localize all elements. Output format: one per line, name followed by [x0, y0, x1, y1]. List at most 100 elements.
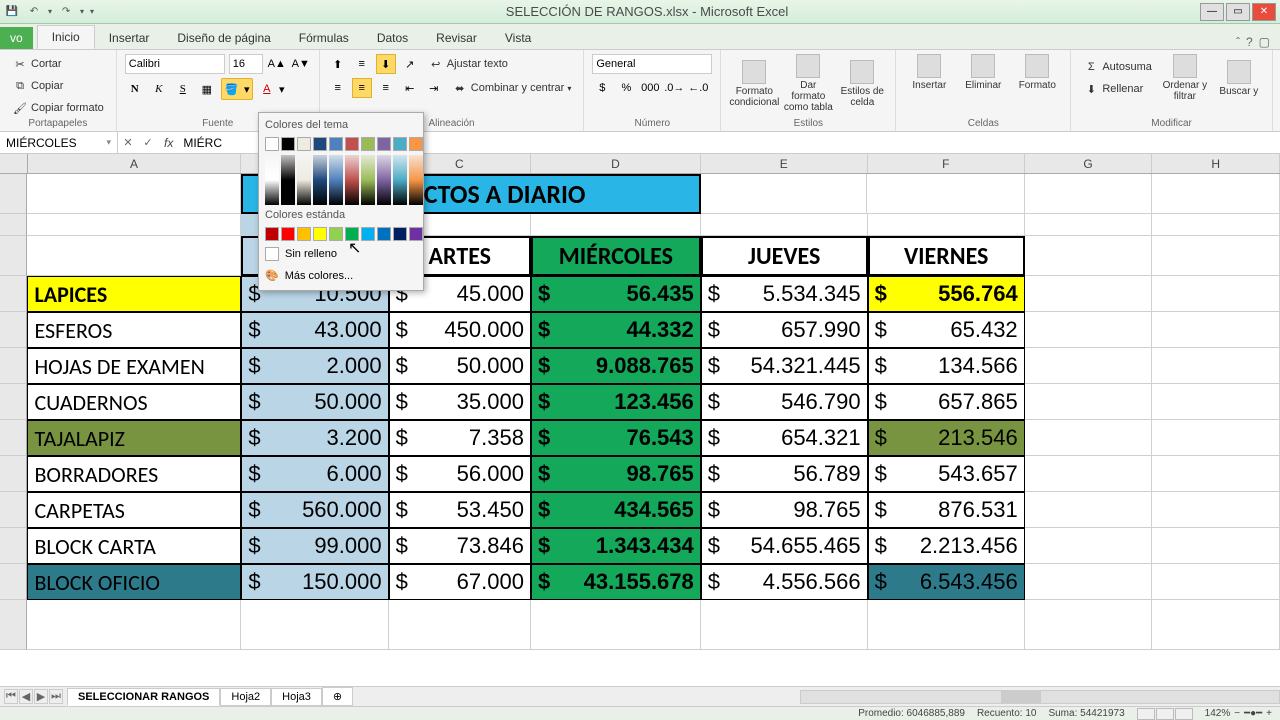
- color-swatch[interactable]: [361, 137, 375, 151]
- normal-view-button[interactable]: [1137, 708, 1155, 720]
- cell[interactable]: [1025, 492, 1153, 528]
- align-top-button[interactable]: ⬆: [328, 54, 348, 74]
- cell-header-jueves[interactable]: JUEVES: [701, 236, 868, 276]
- cell[interactable]: [701, 214, 868, 236]
- cell[interactable]: $56.435: [531, 276, 701, 312]
- tab-revisar[interactable]: Revisar: [422, 27, 491, 49]
- font-name-select[interactable]: [125, 54, 225, 74]
- cell[interactable]: [1025, 236, 1153, 276]
- align-center-button[interactable]: ≡: [352, 78, 372, 98]
- cell-product-name[interactable]: TAJALAPIZ: [27, 420, 241, 456]
- cell[interactable]: [1025, 276, 1153, 312]
- cell[interactable]: $98.765: [531, 456, 701, 492]
- redo-icon[interactable]: ↷: [58, 4, 74, 20]
- cell[interactable]: $7.358: [389, 420, 531, 456]
- prev-sheet-button[interactable]: ◀: [19, 689, 33, 704]
- row-header[interactable]: [0, 276, 27, 312]
- wrap-text-button[interactable]: ↩Ajustar texto: [424, 54, 512, 74]
- cell[interactable]: $657.990: [701, 312, 868, 348]
- cell[interactable]: $6.543.456: [868, 564, 1025, 600]
- cell[interactable]: $1.343.434: [531, 528, 701, 564]
- cell[interactable]: [27, 236, 241, 276]
- cell[interactable]: $53.450: [389, 492, 531, 528]
- cell[interactable]: [531, 214, 701, 236]
- cell[interactable]: [1152, 384, 1280, 420]
- cell-styles-button[interactable]: Estilos de celda: [837, 60, 887, 108]
- minimize-button[interactable]: —: [1200, 3, 1224, 21]
- cell[interactable]: [389, 600, 531, 650]
- cell[interactable]: $54.655.465: [701, 528, 868, 564]
- cell-header-viernes[interactable]: VIERNES: [868, 236, 1025, 276]
- cell[interactable]: [1152, 528, 1280, 564]
- delete-cells-button[interactable]: Eliminar: [958, 54, 1008, 91]
- cell[interactable]: $50.000: [389, 348, 531, 384]
- currency-button[interactable]: $: [592, 78, 612, 98]
- col-header[interactable]: D: [531, 154, 701, 173]
- cell[interactable]: $3.200: [241, 420, 388, 456]
- fill-button[interactable]: ⬇Rellenar: [1079, 79, 1156, 99]
- zoom-slider[interactable]: ━●━: [1244, 708, 1262, 719]
- number-format-select[interactable]: [592, 54, 712, 74]
- align-bottom-button[interactable]: ⬇: [376, 54, 396, 74]
- row-header[interactable]: [0, 564, 27, 600]
- row-header[interactable]: [0, 456, 27, 492]
- cell[interactable]: [1025, 214, 1153, 236]
- cell[interactable]: [1152, 456, 1280, 492]
- cell[interactable]: [868, 214, 1025, 236]
- sort-filter-button[interactable]: Ordenar y filtrar: [1160, 54, 1210, 102]
- cell[interactable]: $450.000: [389, 312, 531, 348]
- indent-inc-button[interactable]: ⇥: [424, 78, 444, 98]
- color-swatch[interactable]: [393, 227, 407, 241]
- cell[interactable]: [1152, 214, 1280, 236]
- tab-insertar[interactable]: Insertar: [95, 27, 164, 49]
- save-icon[interactable]: 💾: [4, 4, 20, 20]
- color-shade-column[interactable]: [345, 155, 359, 205]
- font-color-button[interactable]: A▾: [257, 79, 287, 99]
- cancel-icon[interactable]: ✕: [118, 136, 138, 149]
- tab-diseno[interactable]: Diseño de página: [163, 27, 284, 49]
- comma-button[interactable]: 000: [640, 78, 660, 98]
- color-swatch[interactable]: [345, 137, 359, 151]
- cut-button[interactable]: ✂Cortar: [8, 54, 108, 74]
- insert-cells-button[interactable]: Insertar: [904, 54, 954, 91]
- row-header[interactable]: [0, 420, 27, 456]
- cell[interactable]: $657.865: [868, 384, 1025, 420]
- cell[interactable]: [531, 600, 701, 650]
- cell-header-miercoles[interactable]: MIÉRCOLES: [531, 236, 701, 276]
- new-sheet-button[interactable]: ⊕: [322, 687, 353, 706]
- cell[interactable]: $9.088.765: [531, 348, 701, 384]
- cell-product-name[interactable]: CUADERNOS: [27, 384, 241, 420]
- inc-decimal-button[interactable]: .0→: [664, 78, 684, 98]
- cell[interactable]: [1152, 600, 1280, 650]
- cell[interactable]: [701, 600, 868, 650]
- cell[interactable]: [1025, 348, 1153, 384]
- cell[interactable]: $556.764: [868, 276, 1025, 312]
- color-shade-column[interactable]: [329, 155, 343, 205]
- row-header[interactable]: [0, 600, 27, 650]
- color-shade-column[interactable]: [297, 155, 311, 205]
- page-layout-button[interactable]: [1156, 708, 1174, 720]
- cell-product-name[interactable]: HOJAS DE EXAMEN: [27, 348, 241, 384]
- cell[interactable]: [1025, 312, 1153, 348]
- color-swatch[interactable]: [313, 137, 327, 151]
- col-header[interactable]: A: [28, 154, 242, 173]
- cell[interactable]: [1152, 420, 1280, 456]
- tab-formulas[interactable]: Fórmulas: [285, 27, 363, 49]
- row-header[interactable]: [0, 528, 27, 564]
- cell[interactable]: $134.566: [868, 348, 1025, 384]
- select-all-corner[interactable]: [0, 154, 28, 173]
- cell[interactable]: [868, 600, 1025, 650]
- col-header[interactable]: H: [1152, 154, 1280, 173]
- first-sheet-button[interactable]: ⏮: [4, 689, 18, 704]
- color-shade-column[interactable]: [393, 155, 407, 205]
- color-shade-column[interactable]: [377, 155, 391, 205]
- maximize-button[interactable]: ▭: [1226, 3, 1250, 21]
- cell[interactable]: $876.531: [868, 492, 1025, 528]
- color-swatch[interactable]: [265, 227, 279, 241]
- cell[interactable]: [1025, 528, 1153, 564]
- cell[interactable]: $54.321.445: [701, 348, 868, 384]
- color-swatch[interactable]: [377, 137, 391, 151]
- zoom-control[interactable]: 142% − ━●━ +: [1205, 708, 1272, 720]
- cell[interactable]: [27, 174, 241, 214]
- color-swatch[interactable]: [377, 227, 391, 241]
